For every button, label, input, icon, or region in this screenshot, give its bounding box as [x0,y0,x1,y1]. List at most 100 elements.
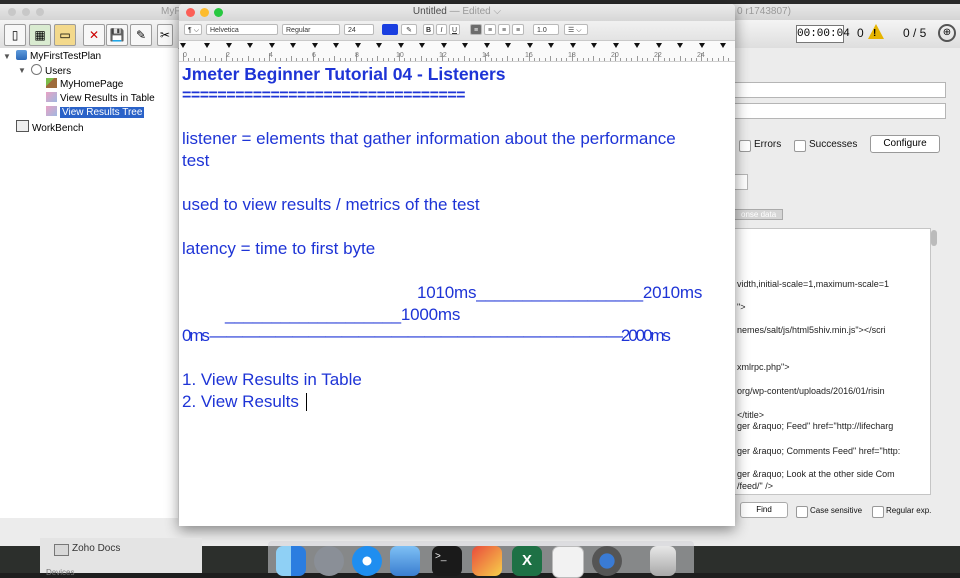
tab-stop-marker[interactable] [268,43,275,48]
jmeter-zoom-button[interactable] [36,8,44,16]
zoho-docs-item[interactable]: Zoho Docs [72,543,120,554]
ruler-tick [555,58,557,61]
tab-stop-marker[interactable] [462,43,468,48]
font-size-select[interactable]: 24 [344,24,374,35]
tab-stop-marker[interactable] [225,43,232,48]
launchpad-icon[interactable] [314,546,344,576]
find-button[interactable]: Find [740,502,788,518]
comments-field[interactable] [734,103,946,119]
highlight-color-icon[interactable]: ✎ [401,24,417,35]
align-right-icon[interactable]: ≡ [498,24,510,35]
errors-checkbox[interactable] [739,140,751,152]
preview-icon[interactable] [390,546,420,576]
tab-stop-marker[interactable] [311,43,318,48]
scrollbar-thumb[interactable] [931,230,937,246]
tab-stop-marker[interactable] [591,43,597,48]
tab-stop-marker[interactable] [397,43,404,48]
jmeter-minimize-button[interactable] [22,8,30,16]
tab-stop-marker[interactable] [419,43,425,48]
tab-stop-marker[interactable] [354,43,361,48]
chevron-down-icon[interactable]: ▼ [18,66,26,75]
warning-mark: ! [873,28,877,39]
align-left-icon[interactable]: ≡ [470,24,482,35]
tab-stop-marker[interactable] [290,43,296,48]
tab-stop-marker[interactable] [204,43,210,48]
terminal-icon[interactable]: >_ [432,546,462,576]
regular-exp-checkbox[interactable] [872,506,884,518]
tree-node-homepage[interactable]: MyHomePage [46,78,123,91]
font-style-select[interactable]: Regular [282,24,340,35]
finder-icon[interactable] [276,546,306,576]
list-style-select[interactable]: ☰ ⌵ [564,24,588,35]
tab-stop-marker[interactable] [333,43,339,48]
close-plan-icon[interactable]: ✕ [83,24,105,46]
configure-button[interactable]: Configure [870,135,940,153]
tab-stop-marker[interactable] [698,43,705,48]
ruler-tick [539,58,541,61]
tab-stop-marker[interactable] [634,43,640,48]
tab-stop-marker[interactable] [247,43,253,48]
pencil-app-icon[interactable] [472,546,502,576]
response-text-area[interactable]: vidth,initial-scale=1,maximum-scale=1 ">… [734,228,931,495]
quicktime-icon[interactable] [592,546,622,576]
paragraph-styles-select[interactable]: ¶ ⌵ [184,24,202,35]
line-spacing-select[interactable]: 1.0 [533,24,559,35]
cut-icon[interactable]: ✂ [157,24,173,46]
ruler-tick [728,58,730,61]
new-icon[interactable]: ▯ [4,24,26,46]
ruler-tick [237,58,238,61]
tab-stop-marker[interactable] [720,43,726,48]
successes-label: Successes [809,139,858,150]
tab-stop-marker[interactable] [440,43,447,48]
tab-stop-marker[interactable] [483,43,490,48]
tab-stop-marker[interactable] [526,43,533,48]
tab-stop-marker[interactable] [548,43,554,48]
ruler[interactable]: 0 2 4 6 8 10 12 14 16 18 20 22 24 [179,41,735,62]
chevron-down-icon[interactable]: ▼ [3,52,11,61]
successes-checkbox[interactable] [794,140,806,152]
templates-icon[interactable]: ▦ [29,24,51,46]
search-field[interactable] [734,174,748,190]
tree-node-users[interactable]: Users [31,64,71,77]
remote-icon[interactable]: ⊕ [938,24,956,42]
text-color-button[interactable] [382,24,398,35]
trash-icon[interactable] [650,546,676,576]
underline-button[interactable]: U [449,24,460,35]
tab-stop-marker[interactable] [612,43,619,48]
window-title-text: Untitled [412,6,447,17]
jmeter-close-button[interactable] [8,8,16,16]
save-screen-icon[interactable]: ✎ [130,24,152,46]
tree-node-results-table[interactable]: View Results in Table [46,92,155,105]
case-sensitive-checkbox[interactable] [796,506,808,518]
code-line: </title> [737,410,765,420]
bold-button[interactable]: B [423,24,434,35]
edited-indicator[interactable]: — Edited ⌵ [447,6,502,17]
tab-stop-marker[interactable] [569,43,576,48]
name-field[interactable] [734,82,946,98]
align-justify-icon[interactable]: ≡ [512,24,524,35]
excel-icon[interactable]: X [512,546,542,576]
tree-node-plan[interactable]: MyFirstTestPlan [16,50,101,63]
textedit-dock-icon[interactable] [552,546,584,578]
save-icon[interactable]: 💾 [106,24,128,46]
tab-stop-marker[interactable] [677,43,683,48]
font-family-select[interactable]: Helvetica [206,24,278,35]
ruler-tick [501,58,503,61]
tab-stop-marker[interactable] [655,43,662,48]
left-margin-marker[interactable] [180,43,186,48]
safari-icon[interactable] [352,546,382,576]
ruler-tick [706,58,708,61]
document-text-area[interactable]: Jmeter Beginner Tutorial 04 - Listeners … [182,64,732,524]
warning-count: 0 [857,26,864,40]
tree-node-results-tree[interactable]: View Results Tree [46,106,145,119]
tab-stop-marker[interactable] [376,43,382,48]
ruler-tick [204,56,206,61]
open-icon[interactable]: ▭ [54,24,76,46]
jmeter-title-left: MyF [161,6,181,17]
align-center-icon[interactable]: ≡ [484,24,496,35]
tree-node-workbench[interactable]: WorkBench [16,120,84,134]
tab-response-data[interactable]: onse data [734,209,784,220]
italic-button[interactable]: I [436,24,447,35]
tab-stop-marker[interactable] [505,43,511,48]
code-line: /feed/" /> [737,481,773,491]
